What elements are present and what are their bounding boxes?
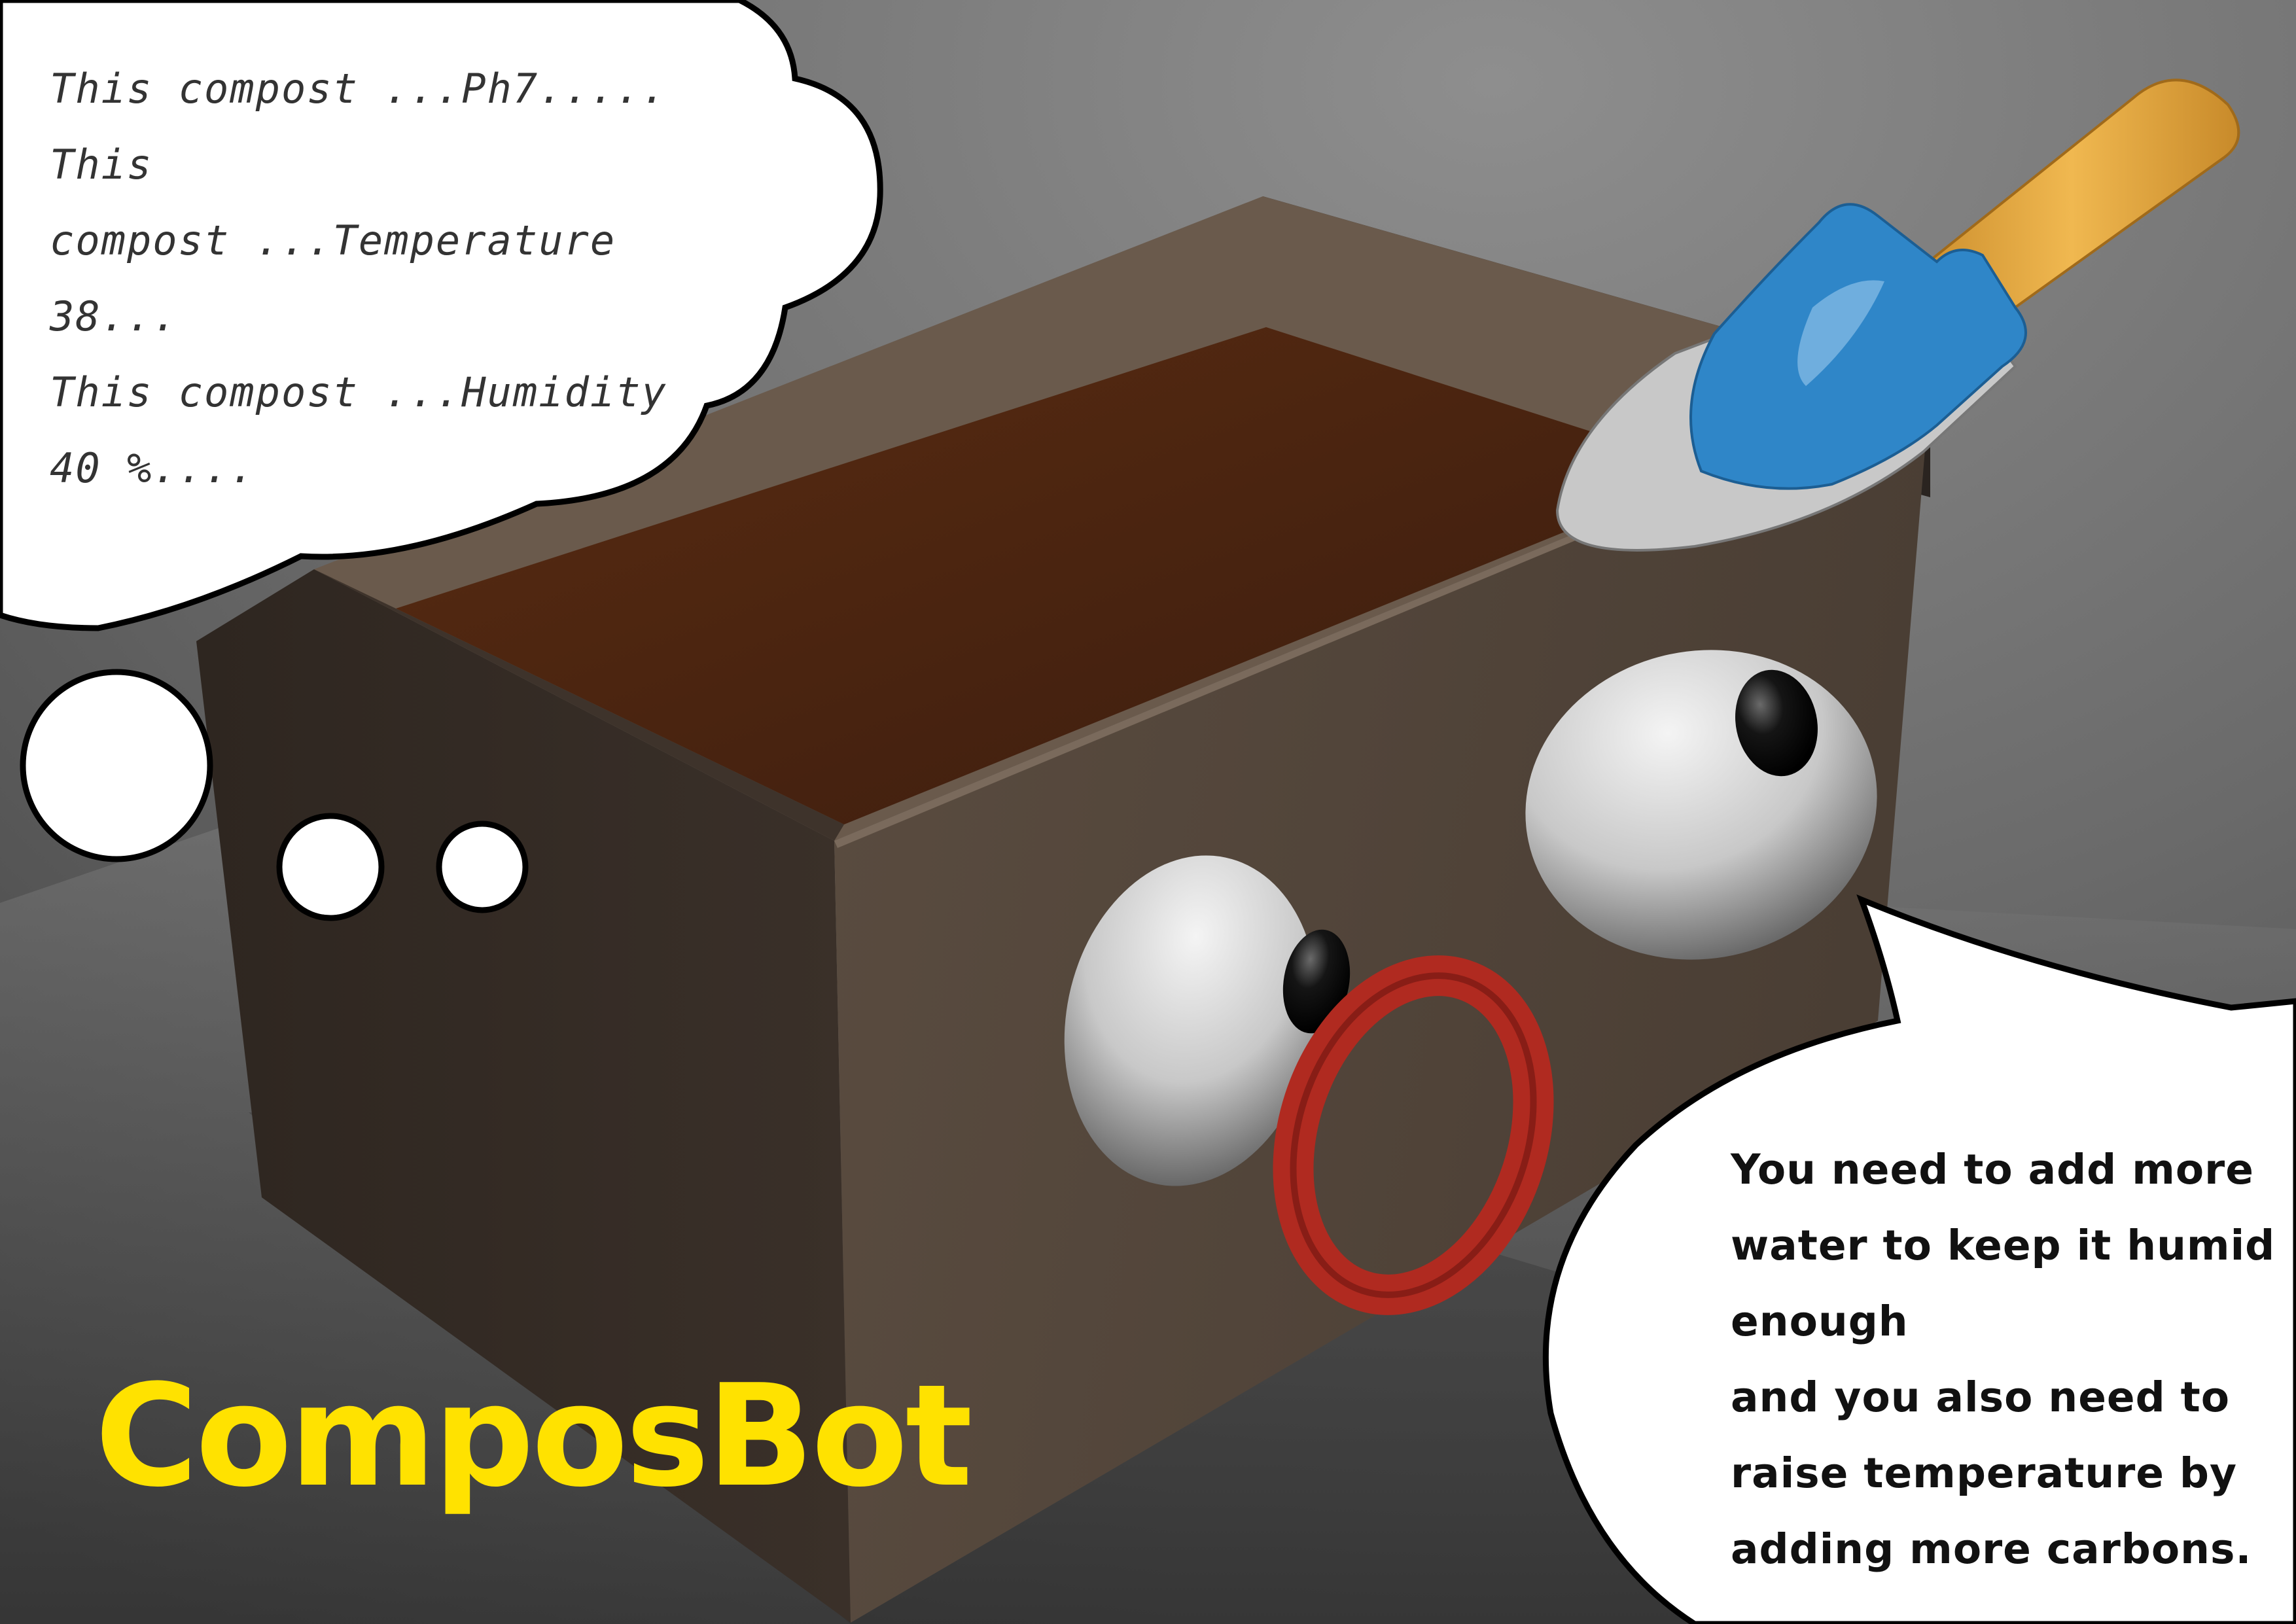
thought-line: This compost ...Humidity (50, 368, 667, 416)
thought-bubble-text: This compost ...Ph7..... This compost ..… (50, 51, 711, 506)
poster-title: ComposBot (95, 1354, 972, 1518)
thought-dot-small (436, 821, 529, 913)
thought-dot-large (20, 669, 213, 862)
poster: This compost ...Ph7..... This compost ..… (0, 0, 2296, 1624)
thought-line: compost ...Temperature (50, 217, 616, 264)
thought-dot-medium (276, 813, 385, 921)
speech-line: water to keep it humid (1731, 1222, 2276, 1269)
speech-line: and you also need to (1731, 1373, 2231, 1421)
speech-line: enough (1731, 1297, 1909, 1345)
speech-line: You need to add more (1731, 1146, 2254, 1193)
speech-line: adding more carbons. (1731, 1525, 2252, 1573)
thought-line: This compost ...Ph7..... (50, 65, 667, 113)
speech-line: raise temperature by (1731, 1449, 2238, 1497)
thought-line: 40 %.... (50, 444, 256, 492)
speech-bubble-text: You need to add more water to keep it hu… (1731, 1132, 2276, 1587)
thought-line: 38... (50, 292, 179, 340)
thought-line: This (50, 141, 153, 188)
